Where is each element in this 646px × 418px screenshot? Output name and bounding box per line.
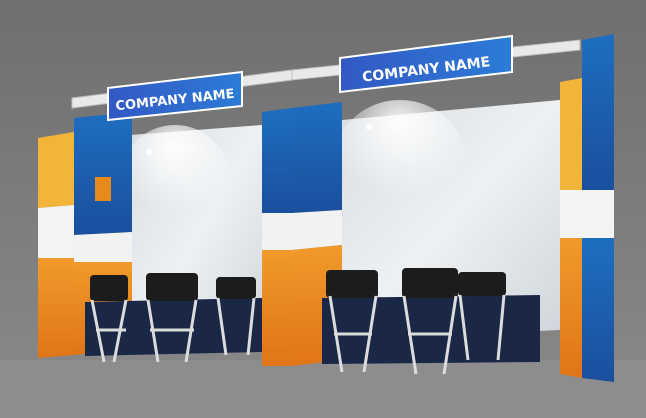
left-side-panel-orange xyxy=(38,258,74,358)
left-front-panel-blue xyxy=(74,112,132,235)
right-front-panel-blue xyxy=(292,102,342,213)
middle-divider-white xyxy=(262,213,292,250)
booth-illustration: COMPANY NAME COMPANY NAME xyxy=(0,0,646,418)
left-side-panel-yellow xyxy=(38,132,74,208)
left-panel-logo xyxy=(95,177,111,201)
chair-back xyxy=(402,268,458,298)
left-side-panel-white xyxy=(38,205,74,258)
chair-back xyxy=(146,273,198,301)
right-front-panel-white xyxy=(292,210,342,250)
chair-back xyxy=(216,277,256,299)
chair-back xyxy=(90,275,128,301)
middle-divider-orange xyxy=(262,250,292,366)
left-spotlight-lamp xyxy=(146,149,152,155)
floor xyxy=(0,360,646,418)
right-outer-panel-blue-lower xyxy=(582,238,614,382)
right-table xyxy=(322,295,540,364)
left-spotlight-glow xyxy=(120,125,230,235)
right-inner-panel-white xyxy=(560,190,582,238)
booth-render: COMPANY NAME COMPANY NAME xyxy=(0,0,646,418)
right-outer-panel-blue xyxy=(582,34,614,190)
left-table xyxy=(85,298,262,356)
chair-back xyxy=(326,270,378,298)
right-inner-panel-yellow xyxy=(560,78,582,190)
middle-divider-blue xyxy=(262,108,292,213)
left-front-panel-white xyxy=(74,232,132,262)
chair-back xyxy=(458,272,506,296)
right-spotlight-lamp xyxy=(366,124,372,130)
right-outer-panel-white xyxy=(582,190,614,238)
right-spotlight-glow xyxy=(335,100,465,220)
right-inner-panel-orange xyxy=(560,238,582,378)
